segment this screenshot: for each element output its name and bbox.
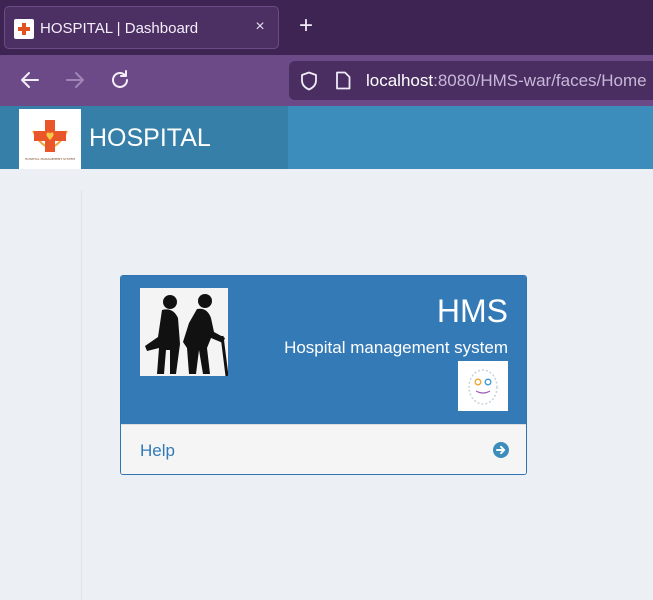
reload-icon[interactable] bbox=[107, 67, 133, 93]
brand-title: HOSPITAL bbox=[89, 124, 211, 152]
hospital-favicon-icon bbox=[14, 19, 34, 39]
new-tab-button[interactable]: + bbox=[294, 14, 318, 39]
shield-icon[interactable] bbox=[300, 71, 318, 91]
tab-title: HOSPITAL | Dashboard bbox=[40, 20, 199, 37]
arrow-circle-right-icon[interactable] bbox=[493, 442, 509, 458]
sidebar-divider bbox=[81, 190, 82, 600]
page-icon bbox=[336, 71, 351, 90]
url-text[interactable]: localhost:8080/HMS-war/faces/Home bbox=[366, 71, 647, 91]
browser-toolbar: localhost:8080/HMS-war/faces/Home bbox=[0, 55, 653, 106]
help-link[interactable]: Help bbox=[140, 441, 175, 461]
back-arrow-icon[interactable] bbox=[17, 67, 43, 93]
browser-tab[interactable]: HOSPITAL | Dashboard × bbox=[4, 6, 279, 49]
widget-header: HMS Hospital management system bbox=[121, 276, 526, 424]
brand-area[interactable]: HOSPITAL MANAGEMENT SYSTEM HOSPITAL bbox=[0, 106, 288, 169]
hospital-cross-icon: HOSPITAL MANAGEMENT SYSTEM bbox=[25, 120, 75, 161]
app-header: HOSPITAL MANAGEMENT SYSTEM HOSPITAL bbox=[0, 106, 653, 169]
widget-thumbnail-image bbox=[458, 361, 508, 411]
hms-widget: HMS Hospital management system Help bbox=[120, 275, 527, 475]
close-tab-icon[interactable]: × bbox=[252, 19, 268, 35]
address-bar[interactable]: localhost:8080/HMS-war/faces/Home bbox=[289, 61, 653, 100]
logo-caption: HOSPITAL MANAGEMENT SYSTEM bbox=[25, 157, 75, 161]
browser-tabstrip: HOSPITAL | Dashboard × + bbox=[0, 0, 653, 55]
widget-footer[interactable]: Help bbox=[121, 424, 526, 474]
forward-arrow-icon[interactable] bbox=[62, 67, 88, 93]
hospital-logo: HOSPITAL MANAGEMENT SYSTEM bbox=[19, 109, 81, 169]
widget-title: HMS bbox=[436, 293, 508, 329]
widget-subtitle: Hospital management system bbox=[284, 338, 508, 357]
elderly-couple-image bbox=[140, 288, 229, 377]
